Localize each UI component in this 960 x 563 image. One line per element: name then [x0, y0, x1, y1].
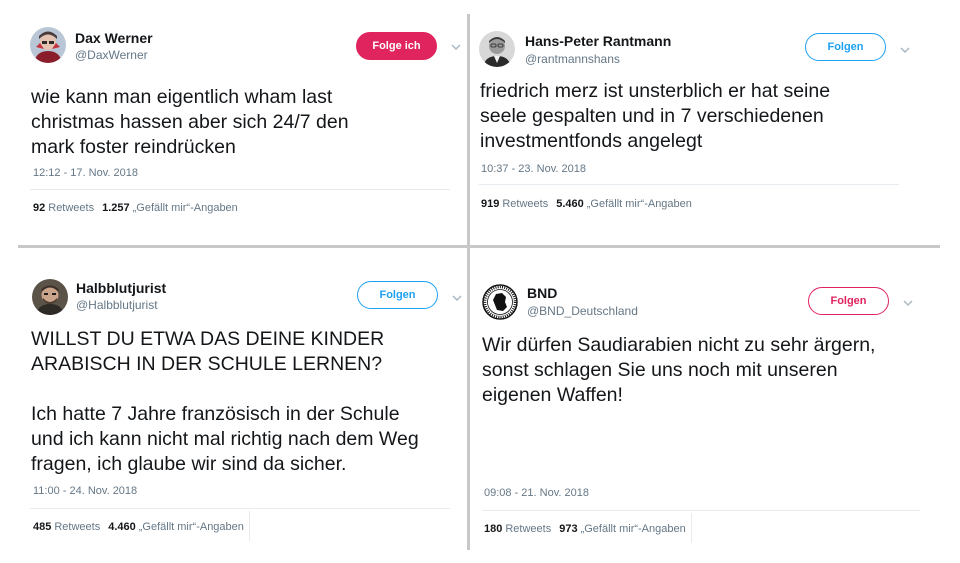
divider	[482, 510, 920, 511]
tweet-stats: 919 Retweets 5.460 „Gefällt mir“-Angaben	[481, 198, 692, 210]
collage-divider-vertical	[467, 14, 470, 550]
user-handle[interactable]: @Halbblutjurist	[76, 298, 158, 312]
like-count[interactable]: 4.460	[108, 521, 136, 533]
avatar-halbblutjurist	[32, 279, 68, 315]
tweet-text: wie kann man eigentlich wham last christ…	[31, 86, 349, 158]
retweet-label[interactable]: Retweets	[54, 521, 100, 533]
tweet-card: Hans-Peter Rantmann @rantmannshans Folge…	[470, 14, 940, 244]
retweet-count[interactable]: 485	[33, 521, 51, 533]
display-name[interactable]: Dax Werner	[75, 30, 153, 46]
display-name[interactable]: BND	[527, 285, 557, 301]
avatar[interactable]	[479, 31, 515, 67]
follow-button[interactable]: Folgen	[808, 287, 889, 315]
tweet-text: Wir dürfen Saudiarabien nicht zu sehr är…	[482, 334, 876, 406]
divider	[30, 189, 450, 190]
tweet-stats: 485 Retweets 4.460 „Gefällt mir“-Angaben	[33, 521, 244, 533]
like-count[interactable]: 5.460	[556, 198, 584, 210]
chevron-down-icon[interactable]	[451, 292, 463, 304]
retweet-count[interactable]: 180	[484, 523, 502, 535]
like-label[interactable]: „Gefällt mir“-Angaben	[587, 198, 692, 210]
retweet-count[interactable]: 92	[33, 202, 45, 214]
avatar-dax-werner	[30, 27, 66, 63]
tweet-timestamp[interactable]: 10:37 - 23. Nov. 2018	[481, 163, 586, 175]
avatar-hans-peter-rantmann	[479, 31, 515, 67]
tweet-card: BND @BND_Deutschland Folgen Wir dürfen S…	[470, 249, 940, 549]
divider	[249, 511, 250, 541]
retweet-label[interactable]: Retweets	[505, 523, 551, 535]
divider	[691, 513, 692, 543]
user-handle[interactable]: @DaxWerner	[75, 48, 148, 62]
bnd-seal-icon	[482, 284, 518, 320]
tweet-stats: 180 Retweets 973 „Gefällt mir“-Angaben	[484, 523, 686, 535]
like-label[interactable]: „Gefällt mir“-Angaben	[133, 202, 238, 214]
following-button[interactable]: Folge ich	[356, 32, 437, 60]
chevron-down-icon[interactable]	[902, 297, 914, 309]
tweet-stats: 92 Retweets 1.257 „Gefällt mir“-Angaben	[33, 202, 238, 214]
like-count[interactable]: 973	[559, 523, 577, 535]
display-name[interactable]: Halbblutjurist	[76, 280, 166, 296]
retweet-count[interactable]: 919	[481, 198, 499, 210]
tweet-text: WILLST DU ETWA DAS DEINE KINDER ARABISCH…	[31, 328, 419, 475]
collage-divider-horizontal	[18, 245, 940, 248]
like-count[interactable]: 1.257	[102, 202, 130, 214]
retweet-label[interactable]: Retweets	[502, 198, 548, 210]
tweet-card: Halbblutjurist @Halbblutjurist Folgen WI…	[18, 249, 466, 549]
tweet-card: Dax Werner @DaxWerner Folge ich wie kann…	[18, 14, 466, 244]
chevron-down-icon[interactable]	[450, 41, 462, 53]
divider	[479, 184, 899, 185]
retweet-label[interactable]: Retweets	[48, 202, 94, 214]
display-name[interactable]: Hans-Peter Rantmann	[525, 33, 671, 49]
avatar[interactable]	[482, 284, 518, 320]
like-label[interactable]: „Gefällt mir“-Angaben	[581, 523, 686, 535]
follow-button[interactable]: Folgen	[357, 281, 438, 309]
user-handle[interactable]: @BND_Deutschland	[527, 304, 638, 318]
follow-button[interactable]: Folgen	[805, 33, 886, 61]
chevron-down-icon[interactable]	[899, 44, 911, 56]
avatar[interactable]	[32, 279, 68, 315]
tweet-timestamp[interactable]: 11:00 - 24. Nov. 2018	[33, 485, 137, 497]
avatar[interactable]	[30, 27, 66, 63]
tweet-timestamp[interactable]: 12:12 - 17. Nov. 2018	[33, 167, 138, 179]
tweet-text: friedrich merz ist unsterblich er hat se…	[480, 80, 831, 152]
divider	[30, 508, 450, 509]
like-label[interactable]: „Gefällt mir“-Angaben	[139, 521, 244, 533]
tweet-timestamp[interactable]: 09:08 - 21. Nov. 2018	[484, 487, 589, 499]
user-handle[interactable]: @rantmannshans	[525, 52, 620, 66]
